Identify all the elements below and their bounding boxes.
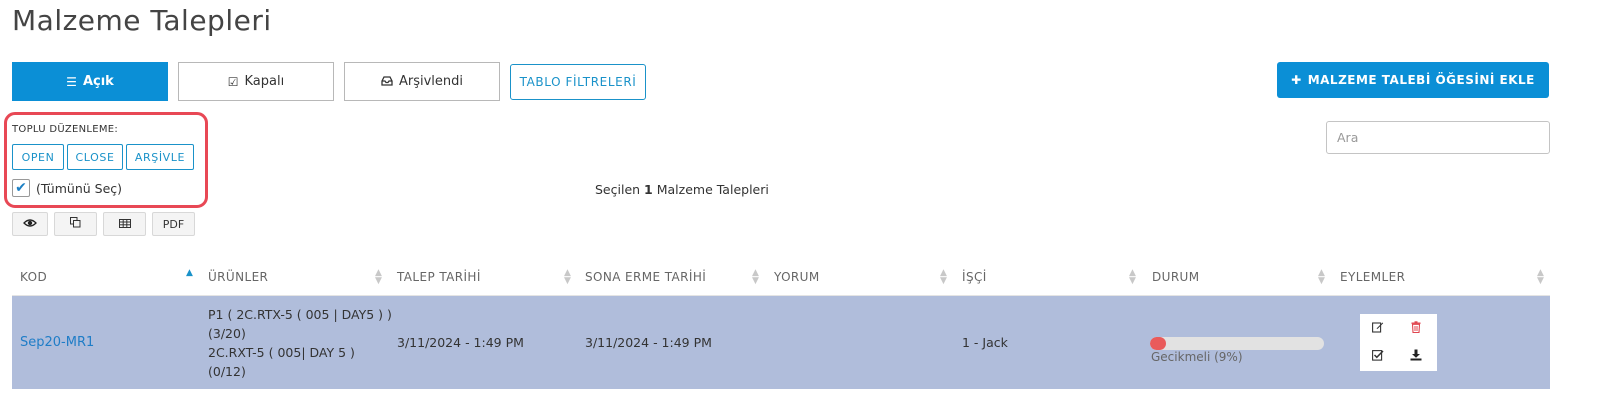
add-material-request-label: MALZEME TALEBİ ÖĞESİNİ EKLE xyxy=(1307,73,1535,87)
selection-summary: Seçilen 1 Malzeme Talepleri xyxy=(595,182,769,197)
bulk-archive-button[interactable]: ARŞİVLE xyxy=(126,144,194,170)
column-header-yorum[interactable]: YORUM xyxy=(774,270,820,284)
sort-icon[interactable]: ▲ ▼ xyxy=(375,269,382,286)
column-header-durum[interactable]: DURUM xyxy=(1152,270,1200,284)
search-input[interactable] xyxy=(1326,121,1550,154)
close-request-button[interactable] xyxy=(1367,345,1389,367)
page-title: Malzeme Talepleri xyxy=(12,4,272,37)
column-header-sona-erme-tarihi[interactable]: SONA ERME TARİHİ xyxy=(585,270,706,284)
request-code-link[interactable]: Sep20-MR1 xyxy=(20,335,94,350)
request-date-cell: 3/11/2024 - 1:49 PM xyxy=(397,335,524,350)
selection-suffix: Malzeme Talepleri xyxy=(656,182,769,197)
tab-acik-label: Açık xyxy=(82,74,114,89)
download-icon xyxy=(1410,349,1422,364)
sort-icon[interactable]: ▲ ▼ xyxy=(752,269,759,286)
product-quantity: (3/20) xyxy=(208,326,246,341)
table-filters-button[interactable]: TABLO FİLTRELERİ xyxy=(510,64,646,100)
select-all-checkbox[interactable]: ✔ xyxy=(12,179,30,197)
table-icon xyxy=(118,218,131,231)
column-visibility-button[interactable] xyxy=(12,212,48,236)
excel-export-button[interactable] xyxy=(103,212,146,236)
selection-prefix: Seçilen xyxy=(595,182,641,197)
row-actions xyxy=(1360,314,1437,371)
add-material-request-button[interactable]: ✚ MALZEME TALEBİ ÖĞESİNİ EKLE xyxy=(1277,62,1549,98)
sort-icon[interactable]: ▲ ▼ xyxy=(1129,269,1136,286)
tab-acik[interactable]: ☰ Açık xyxy=(12,62,168,101)
edit-button[interactable] xyxy=(1367,317,1389,339)
sort-icon[interactable]: ▲ ▼ xyxy=(940,269,947,286)
column-header-isci[interactable]: İŞÇİ xyxy=(962,270,987,284)
inbox-icon xyxy=(381,75,393,89)
sort-asc-icon[interactable]: ▲ xyxy=(186,269,193,278)
tab-kapali[interactable]: ☑ Kapalı xyxy=(178,62,334,101)
column-header-talep-tarihi[interactable]: TALEP TARİHİ xyxy=(397,270,481,284)
column-header-eylemler[interactable]: EYLEMLER xyxy=(1340,270,1405,284)
checkmark-icon: ✔ xyxy=(15,180,27,196)
delete-button[interactable] xyxy=(1405,317,1427,339)
products-cell: P1 ( 2C.RTX-5 ( 005 | DAY5 ) ) (3/20) 2C… xyxy=(208,305,392,381)
worker-cell: 1 - Jack xyxy=(962,335,1008,350)
product-line: P1 ( 2C.RTX-5 ( 005 | DAY5 ) ) xyxy=(208,307,392,322)
bulk-open-button[interactable]: OPEN xyxy=(12,144,64,170)
eye-icon xyxy=(23,218,37,231)
pdf-export-button[interactable]: PDF xyxy=(152,212,195,236)
status-progress-fill xyxy=(1150,337,1166,350)
status-text: Gecikmeli (9%) xyxy=(1151,350,1243,364)
sort-icon[interactable]: ▲ ▼ xyxy=(1318,269,1325,286)
edit-icon xyxy=(1372,321,1384,336)
list-icon: ☰ xyxy=(66,74,77,89)
product-line: 2C.RXT-5 ( 005| DAY 5 ) xyxy=(208,345,355,360)
copy-button[interactable] xyxy=(54,212,97,236)
check-square-icon xyxy=(1372,349,1384,364)
tab-arsivlendi[interactable]: Arşivlendi xyxy=(344,62,500,101)
bulk-close-button[interactable]: CLOSE xyxy=(67,144,123,170)
trash-icon xyxy=(1411,320,1421,336)
plus-icon: ✚ xyxy=(1291,73,1302,87)
column-header-kod[interactable]: KOD xyxy=(20,270,47,284)
due-date-cell: 3/11/2024 - 1:49 PM xyxy=(585,335,712,350)
column-header-urunler[interactable]: ÜRÜNLER xyxy=(208,270,268,284)
copy-icon xyxy=(70,217,81,231)
bulk-edit-label: TOPLU DÜZENLEME: xyxy=(12,124,119,135)
check-square-icon: ☑ xyxy=(227,74,239,89)
tab-kapali-label: Kapalı xyxy=(244,74,285,89)
tab-arsivlendi-label: Arşivlendi xyxy=(398,74,464,89)
select-all: ✔ (Tümünü Seç) xyxy=(12,179,122,197)
selection-count: 1 xyxy=(644,182,653,197)
select-all-label: (Tümünü Seç) xyxy=(36,180,123,196)
sort-icon[interactable]: ▲ ▼ xyxy=(1537,269,1544,286)
sort-icon[interactable]: ▲ ▼ xyxy=(564,269,571,286)
status-progress-bar xyxy=(1150,337,1324,350)
product-quantity: (0/12) xyxy=(208,364,246,379)
download-button[interactable] xyxy=(1405,345,1427,367)
